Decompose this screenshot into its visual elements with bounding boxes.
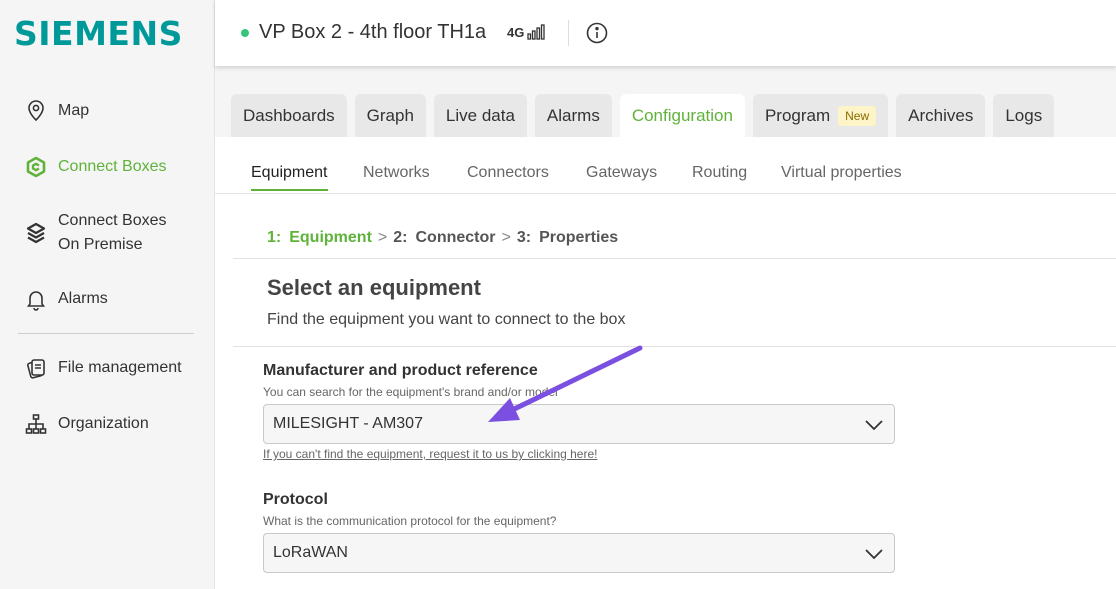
tab-program[interactable]: Program New	[752, 94, 889, 137]
divider	[233, 346, 1116, 347]
sidebar: SIEMENS Map Connect Boxes Connect Boxes …	[0, 0, 215, 589]
step-separator: >	[501, 229, 511, 246]
tab-logs[interactable]: Logs	[993, 94, 1055, 137]
org-chart-icon	[22, 410, 50, 438]
sidebar-item-label-line2: On Premise	[58, 236, 143, 253]
connect-box-icon	[22, 153, 50, 181]
protocol-label: Protocol	[263, 491, 328, 508]
tab-label: Logs	[1005, 105, 1043, 125]
sidebar-item-connect-boxes-on-premise[interactable]: Connect Boxes On Premise	[22, 209, 167, 257]
step-number: 3:	[516, 229, 532, 246]
tab-label: Program	[764, 105, 831, 125]
files-icon	[22, 354, 50, 382]
sidebar-item-label: File management	[58, 359, 182, 376]
step-number: 1:	[267, 229, 282, 246]
sidebar-item-label: Alarms	[58, 290, 108, 307]
info-icon[interactable]	[586, 22, 608, 44]
sidebar-item-organization[interactable]: Organization	[22, 410, 149, 438]
tab-label: Alarms	[546, 105, 600, 125]
chevron-down-icon	[865, 549, 883, 560]
tab-label: Dashboards	[243, 105, 335, 125]
signal-indicator: 4G	[507, 24, 545, 40]
sidebar-item-label: Map	[58, 102, 90, 119]
main-panel: Equipment Networks Connectors Gateways R…	[215, 137, 1116, 589]
top-header: VP Box 2 - 4th floor TH1a 4G	[215, 0, 1116, 66]
section-title: Select an equipment	[267, 275, 481, 300]
signal-bars-icon	[527, 24, 545, 40]
sidebar-divider	[18, 333, 194, 334]
sidebar-item-alarms[interactable]: Alarms	[22, 285, 108, 313]
tab-label: Configuration	[631, 105, 733, 125]
subtab-routing[interactable]: Routing	[692, 164, 747, 182]
sidebar-item-label: Organization	[58, 415, 149, 432]
tab-label: Live data	[445, 105, 515, 125]
tab-graph[interactable]: Graph	[354, 94, 426, 137]
tab-live-data[interactable]: Live data	[433, 94, 527, 137]
stepper: 1: Equipment > 2: Connector > 3: Propert…	[267, 229, 618, 247]
header-separator	[568, 20, 569, 46]
manufacturer-value: MILESIGHT - AM307	[273, 415, 423, 432]
status-dot	[241, 29, 249, 37]
subtab-networks[interactable]: Networks	[363, 164, 430, 182]
sidebar-item-label: Connect Boxes	[58, 212, 167, 229]
subtab-virtual-properties[interactable]: Virtual properties	[781, 164, 902, 182]
sidebar-item-map[interactable]: Map	[22, 97, 89, 125]
map-pin-icon	[22, 97, 50, 125]
manufacturer-help: You can search for the equipment's brand…	[263, 385, 558, 399]
tab-label: Archives	[908, 105, 974, 125]
chevron-down-icon	[865, 420, 883, 431]
sidebar-item-connect-boxes[interactable]: Connect Boxes	[22, 153, 167, 181]
bell-icon	[22, 285, 50, 313]
sub-tabs: Equipment Networks Connectors Gateways R…	[215, 137, 1116, 194]
section-subtitle: Find the equipment you want to connect t…	[267, 311, 626, 328]
step-number: 2:	[393, 229, 408, 246]
step-properties: Properties	[539, 229, 619, 246]
subtab-gateways[interactable]: Gateways	[586, 164, 657, 182]
tab-configuration[interactable]: Configuration	[619, 94, 745, 137]
step-connector: Connector	[415, 229, 496, 246]
box-title: VP Box 2 - 4th floor TH1a	[259, 21, 487, 43]
tab-alarms[interactable]: Alarms	[534, 94, 612, 137]
protocol-help: What is the communication protocol for t…	[263, 514, 557, 528]
network-type: 4G	[507, 25, 525, 40]
new-badge: New	[838, 105, 877, 126]
step-equipment: Equipment	[289, 229, 372, 246]
protocol-select[interactable]: LoRaWAN	[263, 533, 895, 573]
tab-dashboards[interactable]: Dashboards	[231, 94, 347, 137]
subtab-connectors[interactable]: Connectors	[467, 164, 549, 182]
tab-label: Graph	[366, 105, 414, 125]
subtab-equipment[interactable]: Equipment	[251, 164, 328, 191]
tab-archives[interactable]: Archives	[896, 94, 986, 137]
protocol-value: LoRaWAN	[273, 544, 348, 561]
connect-box-premise-icon	[22, 219, 50, 247]
step-separator: >	[377, 229, 388, 246]
sidebar-item-label: Connect Boxes	[58, 158, 167, 175]
sidebar-item-file-management[interactable]: File management	[22, 354, 182, 382]
manufacturer-label: Manufacturer and product reference	[263, 362, 538, 379]
request-equipment-link[interactable]: If you can't find the equipment, request…	[263, 447, 597, 461]
siemens-logo: SIEMENS	[14, 14, 183, 53]
manufacturer-select[interactable]: MILESIGHT - AM307	[263, 404, 895, 444]
main-tabs: Dashboards Graph Live data Alarms Config…	[231, 94, 1062, 137]
divider	[233, 258, 1116, 259]
